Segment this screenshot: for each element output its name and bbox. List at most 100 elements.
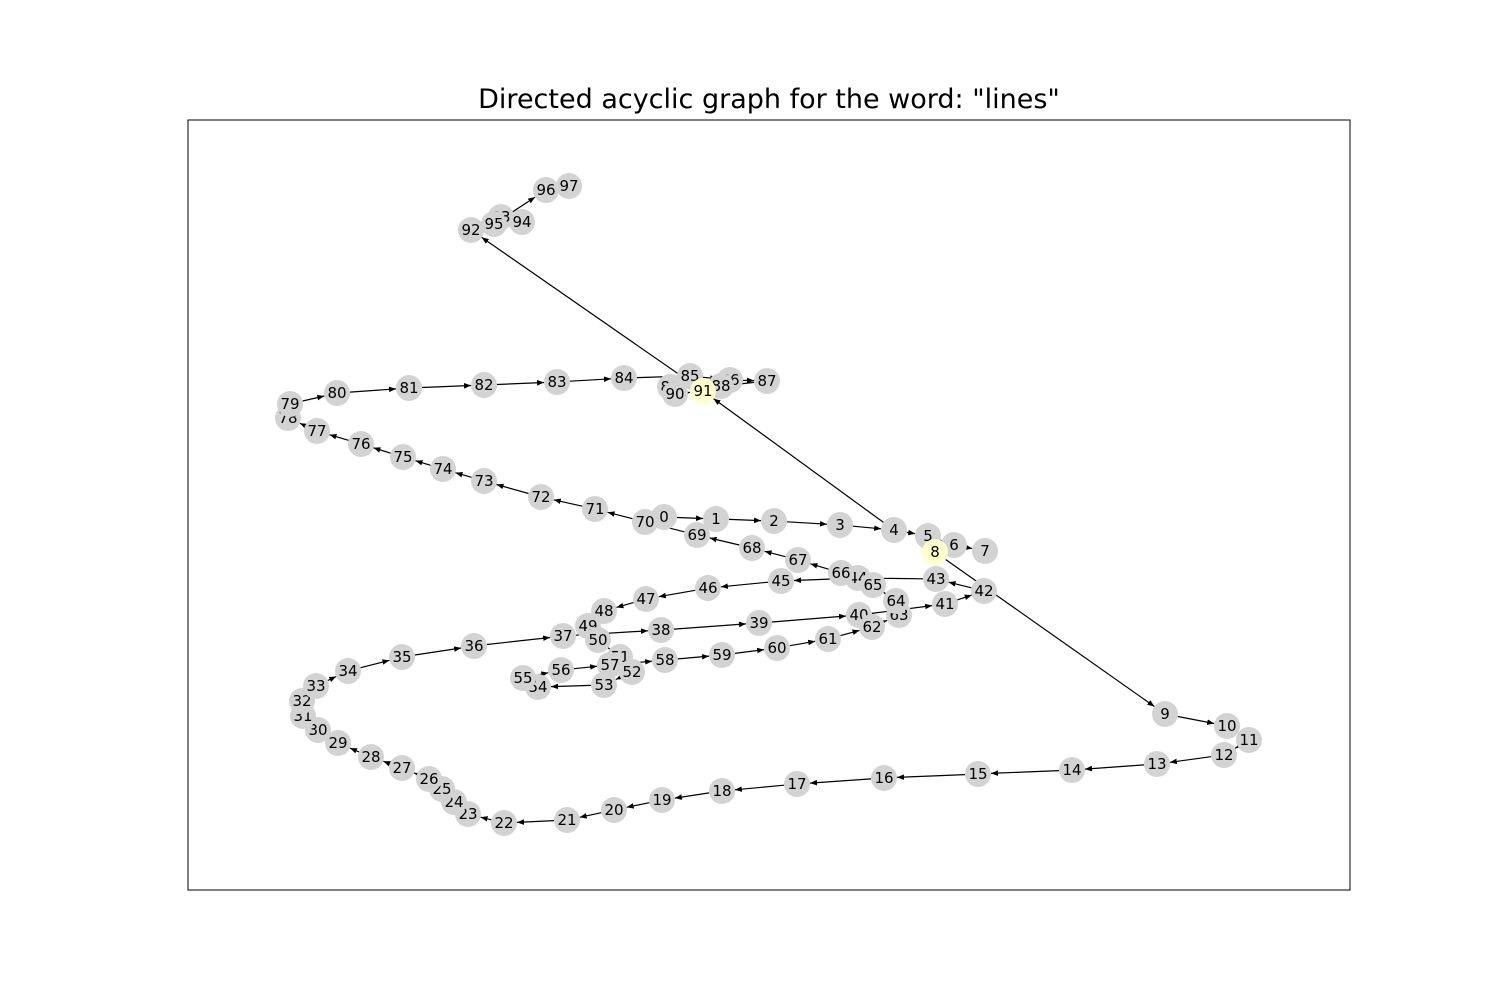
node-3: 3 <box>827 512 853 538</box>
node-90: 90 <box>662 381 688 407</box>
node-label-80: 80 <box>327 384 346 402</box>
edge-58-59 <box>677 653 710 660</box>
edge-82-83 <box>496 380 545 386</box>
node-label-61: 61 <box>818 630 837 648</box>
edge-34-35 <box>360 659 390 669</box>
node-60: 60 <box>764 635 790 661</box>
edge-75-76 <box>373 447 391 454</box>
node-label-39: 39 <box>749 614 768 632</box>
graph-canvas: 0 1 2 3 4 5 6 789101112131415161718192021222324… <box>187 119 1351 891</box>
edge-1-2 <box>728 517 762 524</box>
node-label-47: 47 <box>636 590 655 608</box>
node-67: 67 <box>785 547 811 573</box>
edge-3-4 <box>852 525 882 531</box>
node-56: 56 <box>548 657 574 683</box>
node-36: 36 <box>461 633 487 659</box>
edge-26-27 <box>413 772 422 779</box>
node-17: 17 <box>784 771 810 797</box>
edge-16-17 <box>809 778 872 786</box>
edge-15-16 <box>896 774 966 780</box>
node-label-3: 3 <box>835 516 845 534</box>
node-label-95: 95 <box>484 215 503 233</box>
node-64: 64 <box>883 588 909 614</box>
node-label-60: 60 <box>767 639 786 657</box>
nodes-layer: 0 1 2 3 4 5 6 789101112131415161718192021222324… <box>275 173 1262 836</box>
node-label-28: 28 <box>361 748 380 766</box>
node-label-7: 7 <box>980 542 990 560</box>
edge-21-22 <box>516 819 555 825</box>
node-19: 19 <box>649 787 675 813</box>
node-label-84: 84 <box>614 369 633 387</box>
edge-68-69 <box>709 536 740 546</box>
node-9: 9 <box>1152 701 1178 727</box>
edge-76-77 <box>329 433 349 441</box>
node-70: 70 <box>632 509 658 535</box>
node-label-87: 87 <box>757 372 776 390</box>
node-label-35: 35 <box>392 648 411 666</box>
edge-60-61 <box>789 639 816 647</box>
node-41: 41 <box>932 591 958 617</box>
node-95: 95 <box>481 211 507 237</box>
node-4: 4 <box>881 517 907 543</box>
edge-52-53 <box>615 674 624 681</box>
node-label-58: 58 <box>655 651 674 669</box>
node-label-42: 42 <box>974 582 993 600</box>
node-22: 22 <box>491 810 517 836</box>
edge-19-20 <box>626 802 650 809</box>
node-72: 72 <box>528 484 554 510</box>
node-8: 8 <box>922 539 948 565</box>
node-label-37: 37 <box>553 627 572 645</box>
edge-81-82 <box>421 382 472 389</box>
node-69: 69 <box>684 522 710 548</box>
edge-36-37 <box>486 635 551 646</box>
edge-12-13 <box>1169 756 1212 765</box>
edge-20-21 <box>579 812 602 819</box>
edge-2-3 <box>786 520 828 527</box>
node-label-36: 36 <box>464 637 483 655</box>
node-label-34: 34 <box>338 662 357 680</box>
node-label-27: 27 <box>392 759 411 777</box>
node-label-68: 68 <box>742 539 761 557</box>
edge-46-47 <box>658 589 696 599</box>
node-label-96: 96 <box>536 181 555 199</box>
edge-79-80 <box>302 394 325 402</box>
node-62: 62 <box>859 614 885 640</box>
node-20: 20 <box>601 797 627 823</box>
edge-61-62 <box>840 629 860 637</box>
node-label-46: 46 <box>698 579 717 597</box>
node-label-22: 22 <box>494 814 513 832</box>
node-label-0: 0 <box>659 508 669 526</box>
node-79: 79 <box>277 391 303 417</box>
node-label-66: 66 <box>831 564 850 582</box>
node-label-55: 55 <box>513 669 532 687</box>
node-label-50: 50 <box>588 631 607 649</box>
node-65: 65 <box>860 572 886 598</box>
node-46: 46 <box>695 575 721 601</box>
edge-70-71 <box>607 511 633 520</box>
edge-83-84 <box>569 376 612 383</box>
node-label-11: 11 <box>1239 731 1258 749</box>
node-47: 47 <box>633 586 659 612</box>
edge-4-91 <box>713 398 884 523</box>
node-label-19: 19 <box>652 791 671 809</box>
node-10: 10 <box>1214 713 1240 739</box>
node-84: 84 <box>611 365 637 391</box>
node-11: 11 <box>1236 727 1262 753</box>
node-57: 57 <box>597 652 623 678</box>
edge-33-34 <box>327 675 337 683</box>
node-label-41: 41 <box>935 595 954 613</box>
node-77: 77 <box>304 418 330 444</box>
node-73: 73 <box>471 468 497 494</box>
edge-27-28 <box>383 760 391 767</box>
node-label-12: 12 <box>1214 746 1233 764</box>
node-42: 42 <box>971 578 997 604</box>
node-33: 33 <box>303 673 329 699</box>
node-label-45: 45 <box>771 572 790 590</box>
edge-42-43 <box>948 581 972 589</box>
edge-38-39 <box>673 621 747 630</box>
node-81: 81 <box>396 375 422 401</box>
node-76: 76 <box>348 431 374 457</box>
node-label-74: 74 <box>433 460 452 478</box>
edge-35-36 <box>414 646 462 656</box>
node-91: 91 <box>690 378 716 404</box>
